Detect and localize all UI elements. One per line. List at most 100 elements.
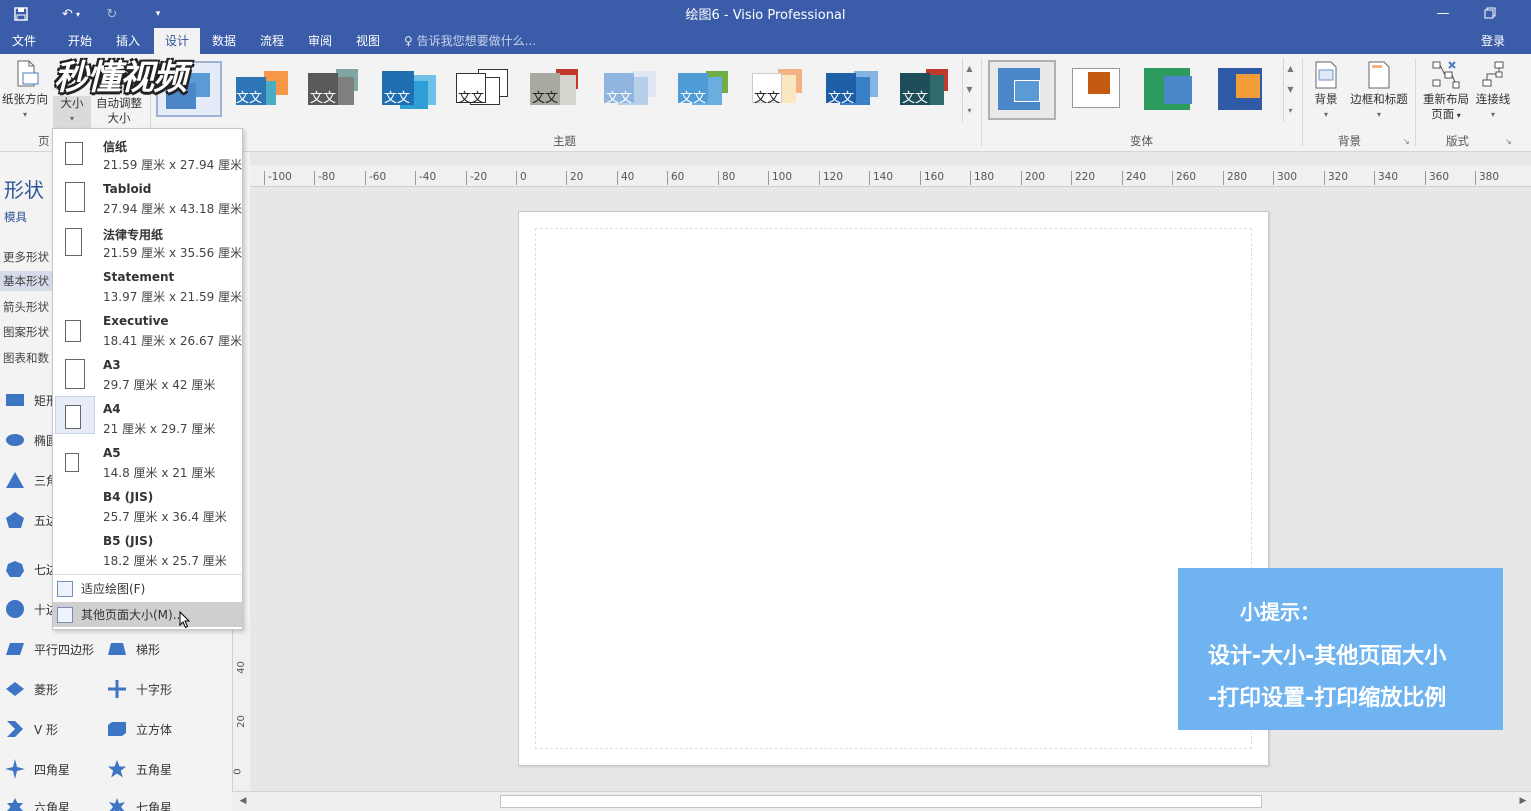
stencils-tab[interactable]: 模具 — [4, 209, 27, 225]
page-icon — [65, 320, 81, 342]
scroll-up-icon[interactable]: ▲ — [963, 58, 976, 79]
vertical-ruler: 40 20 0 — [232, 620, 250, 795]
shape-chevron[interactable]: V 形 — [4, 718, 58, 740]
orientation-button[interactable]: 纸张方向 ▾ — [0, 58, 50, 122]
shape-trapezoid[interactable]: 梯形 — [106, 638, 160, 660]
dialog-launcher-icon[interactable]: ↘ — [1505, 137, 1512, 146]
shape-decagon[interactable]: 十边 — [4, 598, 58, 620]
shape-star5[interactable]: 五角星 — [106, 758, 172, 780]
themes-gallery-scroll[interactable]: ▲ ▼ ▾ — [962, 58, 976, 122]
more-page-sizes-item[interactable]: 其他页面大小(M)... — [53, 602, 242, 627]
theme-2[interactable]: 文文 — [230, 61, 296, 117]
borders-titles-button[interactable]: 边框和标题 ▾ — [1346, 60, 1412, 122]
category-pattern-shapes[interactable]: 图案形状 — [0, 322, 56, 342]
category-arrow-shapes[interactable]: 箭头形状 — [0, 297, 56, 317]
rectangle-icon — [4, 390, 26, 410]
size-option-tabloid[interactable]: Tabloid 27.94 厘米 x 43.18 厘米 — [53, 175, 242, 219]
size-option-name: B4 (JIS) — [103, 490, 154, 504]
fit-to-drawing-item[interactable]: 适应绘图(F) — [53, 576, 242, 601]
size-option-a5[interactable]: A5 14.8 厘米 x 21 厘米 — [53, 439, 242, 483]
star7-icon — [106, 797, 128, 811]
category-basic-shapes[interactable]: 基本形状 — [0, 271, 56, 291]
tell-me-box[interactable]: ♀ 告诉我您想要做什么... — [404, 28, 536, 54]
shape-parallelogram[interactable]: 平行四边形 — [4, 638, 94, 660]
window-title: 绘图6 - Visio Professional — [685, 8, 846, 23]
size-option-a4[interactable]: A4 21 厘米 x 29.7 厘米 — [53, 395, 242, 439]
tab-file[interactable]: 文件 — [4, 28, 44, 54]
scroll-right-icon[interactable]: ▶ — [1516, 795, 1530, 808]
shape-pentagon[interactable]: 五边 — [4, 509, 58, 531]
background-icon — [1315, 61, 1337, 89]
size-option-legal[interactable]: 法律专用纸 21.59 厘米 x 35.56 厘米 — [53, 219, 242, 263]
restore-button[interactable] — [1470, 2, 1510, 24]
size-option-dims: 18.41 厘米 x 26.67 厘米 — [103, 334, 243, 348]
mouse-cursor-icon — [179, 611, 191, 629]
dialog-launcher-icon[interactable]: ↘ — [1403, 137, 1410, 146]
size-option-b4-jis[interactable]: B4 (JIS) 25.7 厘米 x 36.4 厘米 — [53, 483, 242, 527]
shape-cube[interactable]: 立方体 — [106, 718, 172, 740]
drawing-page[interactable] — [518, 211, 1269, 766]
scrollbar-thumb[interactable] — [500, 795, 1262, 808]
theme-3[interactable]: 文文 — [304, 61, 370, 117]
category-more-shapes[interactable]: 更多形状 — [0, 247, 56, 267]
tab-process[interactable]: 流程 — [252, 28, 292, 54]
theme-7[interactable]: 文文 — [600, 61, 666, 117]
variant-4[interactable] — [1212, 60, 1280, 120]
theme-6[interactable]: 文文 — [526, 61, 592, 117]
size-option-a3[interactable]: A3 29.7 厘米 x 42 厘米 — [53, 351, 242, 395]
theme-9[interactable]: 文文 — [748, 61, 814, 117]
tip-box: 小提示： 设计-大小-其他页面大小 -打印设置-打印缩放比例 — [1178, 568, 1503, 730]
shape-label: 梯形 — [136, 642, 161, 657]
horizontal-scrollbar[interactable]: ◀ ▶ — [232, 791, 1531, 811]
shape-triangle[interactable]: 三角 — [4, 469, 58, 491]
background-button[interactable]: 背景 ▾ — [1308, 60, 1344, 122]
shape-label: 平行四边形 — [34, 642, 95, 657]
tab-review[interactable]: 审阅 — [300, 28, 340, 54]
scroll-down-icon[interactable]: ▼ — [1284, 79, 1297, 100]
scroll-left-icon[interactable]: ◀ — [236, 795, 250, 808]
chevron-down-icon: ▾ — [1490, 110, 1495, 119]
shape-star4[interactable]: 四角星 — [4, 758, 70, 780]
size-option-executive[interactable]: Executive 18.41 厘米 x 26.67 厘米 — [53, 307, 242, 351]
shape-heptagon[interactable]: 七边 — [4, 558, 58, 580]
scroll-up-icon[interactable]: ▲ — [1284, 58, 1297, 79]
shape-diamond[interactable]: 菱形 — [4, 678, 58, 700]
tab-data[interactable]: 数据 — [204, 28, 244, 54]
theme-4[interactable]: 文文 — [378, 61, 444, 117]
variant-2[interactable] — [1064, 60, 1132, 120]
size-button[interactable]: 大小 ▾ — [53, 96, 91, 128]
tip-line: -打印设置-打印缩放比例 — [1208, 686, 1447, 711]
minimize-button[interactable]: — — [1423, 2, 1463, 24]
theme-5[interactable]: 文文 — [452, 61, 518, 117]
cube-icon — [106, 719, 128, 739]
connectors-button[interactable]: 连接线 ▾ — [1473, 60, 1513, 122]
shape-rectangle[interactable]: 矩形 — [4, 389, 58, 411]
variants-gallery-scroll[interactable]: ▲ ▼ ▾ — [1283, 58, 1297, 122]
ruler-tick: 60 — [667, 171, 684, 185]
size-option-statement[interactable]: Statement 13.97 厘米 x 21.59 厘米 — [53, 263, 242, 307]
tab-view[interactable]: 视图 — [348, 28, 388, 54]
scroll-down-icon[interactable]: ▼ — [963, 79, 976, 100]
variant-3[interactable] — [1138, 60, 1206, 120]
shape-ellipse[interactable]: 椭圆 — [4, 429, 58, 451]
theme-11[interactable]: 文文 — [896, 61, 962, 117]
more-page-sizes-label: 其他页面大小(M)... — [81, 608, 185, 622]
gallery-more-icon[interactable]: ▾ — [1284, 100, 1297, 121]
shape-star6[interactable]: 六角星 — [4, 796, 70, 811]
shape-cross[interactable]: 十字形 — [106, 678, 172, 700]
variant-1[interactable] — [988, 60, 1056, 120]
page-icon — [65, 359, 85, 389]
gallery-more-icon[interactable]: ▾ — [963, 100, 976, 121]
theme-8[interactable]: 文文 — [674, 61, 740, 117]
ruler-tick: 260 — [1172, 171, 1196, 185]
orientation-icon — [17, 60, 39, 87]
autofit-size-button[interactable]: 自动调整 大小 — [92, 96, 146, 126]
theme-10[interactable]: 文文 — [822, 61, 888, 117]
category-charts[interactable]: 图表和数 — [0, 348, 56, 368]
login-link[interactable]: 登录 — [1481, 28, 1505, 54]
relayout-page-button[interactable]: 重新布局 页面 ▾ — [1419, 60, 1473, 123]
size-option-b5-jis[interactable]: B5 (JIS) 18.2 厘米 x 25.7 厘米 — [53, 527, 242, 571]
shape-star7[interactable]: 七角星 — [106, 796, 172, 811]
shape-label: 立方体 — [136, 722, 173, 737]
size-option-letter[interactable]: 信纸 21.59 厘米 x 27.94 厘米 — [53, 131, 242, 175]
